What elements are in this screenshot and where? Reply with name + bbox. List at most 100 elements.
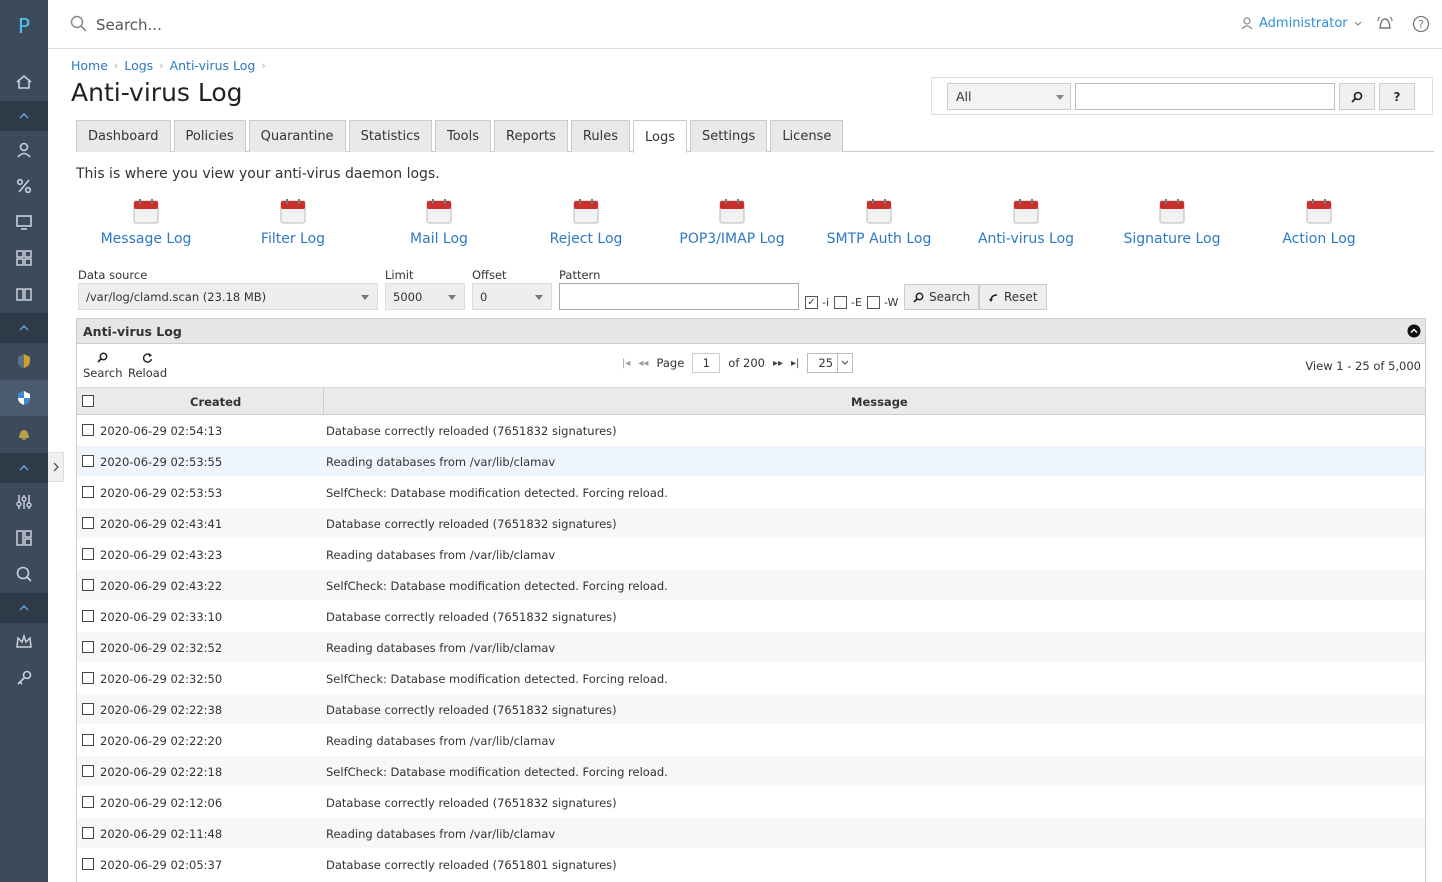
row-checkbox[interactable]	[82, 765, 94, 777]
search-zoom-icon[interactable]	[0, 556, 48, 592]
book-icon[interactable]	[0, 276, 48, 312]
row-checkbox[interactable]	[82, 796, 94, 808]
monitor-icon[interactable]	[0, 204, 48, 240]
search-scope-select[interactable]: All	[947, 83, 1071, 110]
offset-select[interactable]: 0	[472, 283, 552, 310]
table-row[interactable]: 2020-06-29 02:43:41 Database correctly re…	[77, 508, 1425, 539]
table-row[interactable]: 2020-06-29 02:43:23 Reading databases fro…	[77, 539, 1425, 570]
collapse-grid-icon[interactable]	[1407, 324, 1421, 338]
table-row[interactable]: 2020-06-29 02:11:48 Reading databases fro…	[77, 818, 1425, 849]
table-row[interactable]: 2020-06-29 02:32:52 Reading databases fro…	[77, 632, 1425, 663]
collapse-icon[interactable]	[0, 593, 48, 623]
table-row[interactable]: 2020-06-29 02:43:22 SelfCheck: Database m…	[77, 570, 1425, 601]
home-icon[interactable]	[0, 64, 48, 100]
row-checkbox[interactable]	[82, 827, 94, 839]
filter-search-button[interactable]: Search	[904, 284, 980, 310]
column-message[interactable]: Message	[851, 395, 908, 409]
shield-icon[interactable]	[0, 343, 48, 379]
breadcrumb-logs[interactable]: Logs	[124, 58, 153, 73]
row-checkbox[interactable]	[82, 703, 94, 715]
table-row[interactable]: 2020-06-29 02:22:38 Database correctly re…	[77, 694, 1425, 725]
table-row[interactable]: 2020-06-29 02:12:06 Database correctly re…	[77, 787, 1425, 818]
row-checkbox[interactable]	[82, 858, 94, 870]
quick-search-input[interactable]	[1075, 83, 1335, 110]
notifications-icon[interactable]	[1376, 15, 1394, 33]
row-checkbox[interactable]	[82, 734, 94, 746]
breadcrumb-home[interactable]: Home	[71, 58, 108, 73]
table-row[interactable]: 2020-06-29 02:22:18 SelfCheck: Database m…	[77, 756, 1425, 787]
log-link-action-log[interactable]: Action Log	[1249, 198, 1389, 247]
tab-dashboard[interactable]: Dashboard	[76, 120, 171, 152]
tab-logs[interactable]: Logs	[632, 120, 687, 153]
tab-rules[interactable]: Rules	[570, 120, 630, 152]
collapse-icon[interactable]	[0, 313, 48, 343]
column-created[interactable]: Created	[190, 395, 241, 409]
first-page-icon[interactable]: |◂	[622, 358, 630, 369]
quick-search-button[interactable]	[1339, 83, 1375, 110]
log-link-signature-log[interactable]: Signature Log	[1102, 198, 1242, 247]
tab-license[interactable]: License	[770, 120, 844, 152]
log-link-reject-log[interactable]: Reject Log	[516, 198, 656, 247]
help-button[interactable]: ?	[1379, 83, 1415, 110]
table-row[interactable]: 2020-06-29 02:05:37 Database correctly re…	[77, 849, 1425, 880]
row-checkbox[interactable]	[82, 641, 94, 653]
log-link-pop3-imap-log[interactable]: POP3/IMAP Log	[662, 198, 802, 247]
key-icon[interactable]	[0, 660, 48, 696]
log-link-anti-virus-log[interactable]: Anti-virus Log	[956, 198, 1096, 247]
row-checkbox[interactable]	[82, 455, 94, 467]
table-row[interactable]: 2020-06-29 02:53:55 Reading databases fro…	[77, 446, 1425, 477]
breadcrumb-antivirus-log[interactable]: Anti-virus Log	[170, 58, 256, 73]
table-row[interactable]: 2020-06-29 02:54:13 Database correctly re…	[77, 415, 1425, 446]
row-checkbox[interactable]	[82, 579, 94, 591]
tab-settings[interactable]: Settings	[689, 120, 768, 152]
grid-search-button[interactable]: Search	[83, 352, 123, 380]
tab-statistics[interactable]: Statistics	[348, 120, 432, 152]
table-row[interactable]: 2020-06-29 02:22:20 Reading databases fro…	[77, 725, 1425, 756]
percent-icon[interactable]	[0, 168, 48, 204]
bell-icon[interactable]	[0, 416, 48, 452]
tab-quarantine[interactable]: Quarantine	[248, 120, 346, 152]
apps-icon[interactable]	[0, 240, 48, 276]
last-page-icon[interactable]: ▸|	[791, 358, 799, 369]
log-link-filter-log[interactable]: Filter Log	[223, 198, 363, 247]
collapse-icon[interactable]	[0, 453, 48, 483]
tab-tools[interactable]: Tools	[435, 120, 492, 152]
pattern-input[interactable]	[559, 283, 799, 310]
grid-reload-button[interactable]: Reload	[128, 352, 167, 380]
crown-icon[interactable]	[0, 624, 48, 660]
shield-active-icon[interactable]	[0, 380, 48, 416]
row-checkbox[interactable]	[82, 548, 94, 560]
row-checkbox[interactable]	[82, 424, 94, 436]
tab-policies[interactable]: Policies	[173, 120, 246, 152]
row-checkbox[interactable]	[82, 486, 94, 498]
table-row[interactable]: 2020-06-29 02:32:50 SelfCheck: Database m…	[77, 663, 1425, 694]
opt-e-checkbox[interactable]	[834, 296, 847, 309]
table-row[interactable]: 2020-06-29 02:33:10 Database correctly re…	[77, 601, 1425, 632]
next-page-icon[interactable]: ▸▸	[773, 358, 783, 369]
tab-reports[interactable]: Reports	[494, 120, 568, 152]
sliders-icon[interactable]	[0, 484, 48, 520]
opt-i-checkbox[interactable]: ✓	[805, 296, 818, 309]
sidebar-expand-button[interactable]	[48, 452, 64, 482]
global-search-input[interactable]	[94, 12, 494, 38]
user-icon[interactable]	[0, 132, 48, 168]
help-icon[interactable]: ?	[1412, 15, 1430, 33]
filter-reset-button[interactable]: Reset	[979, 284, 1047, 310]
data-source-select[interactable]: /var/log/clamd.scan (23.18 MB)	[78, 283, 378, 310]
collapse-icon[interactable]	[0, 101, 48, 131]
opt-w-checkbox[interactable]	[867, 296, 880, 309]
table-row[interactable]: 2020-06-29 02:53:53 SelfCheck: Database m…	[77, 477, 1425, 508]
row-checkbox[interactable]	[82, 672, 94, 684]
select-all-checkbox[interactable]	[82, 395, 94, 407]
log-link-smtp-auth-log[interactable]: SMTP Auth Log	[809, 198, 949, 247]
app-logo[interactable]: P	[0, 14, 48, 38]
row-checkbox[interactable]	[82, 517, 94, 529]
log-link-message-log[interactable]: Message Log	[76, 198, 216, 247]
limit-select[interactable]: 5000	[385, 283, 465, 310]
rows-per-page-select[interactable]: 25	[807, 353, 854, 373]
user-menu[interactable]: Administrator	[1241, 16, 1362, 31]
row-checkbox[interactable]	[82, 610, 94, 622]
page-number-input[interactable]: 1	[692, 353, 721, 373]
log-link-mail-log[interactable]: Mail Log	[369, 198, 509, 247]
modules-icon[interactable]	[0, 520, 48, 556]
